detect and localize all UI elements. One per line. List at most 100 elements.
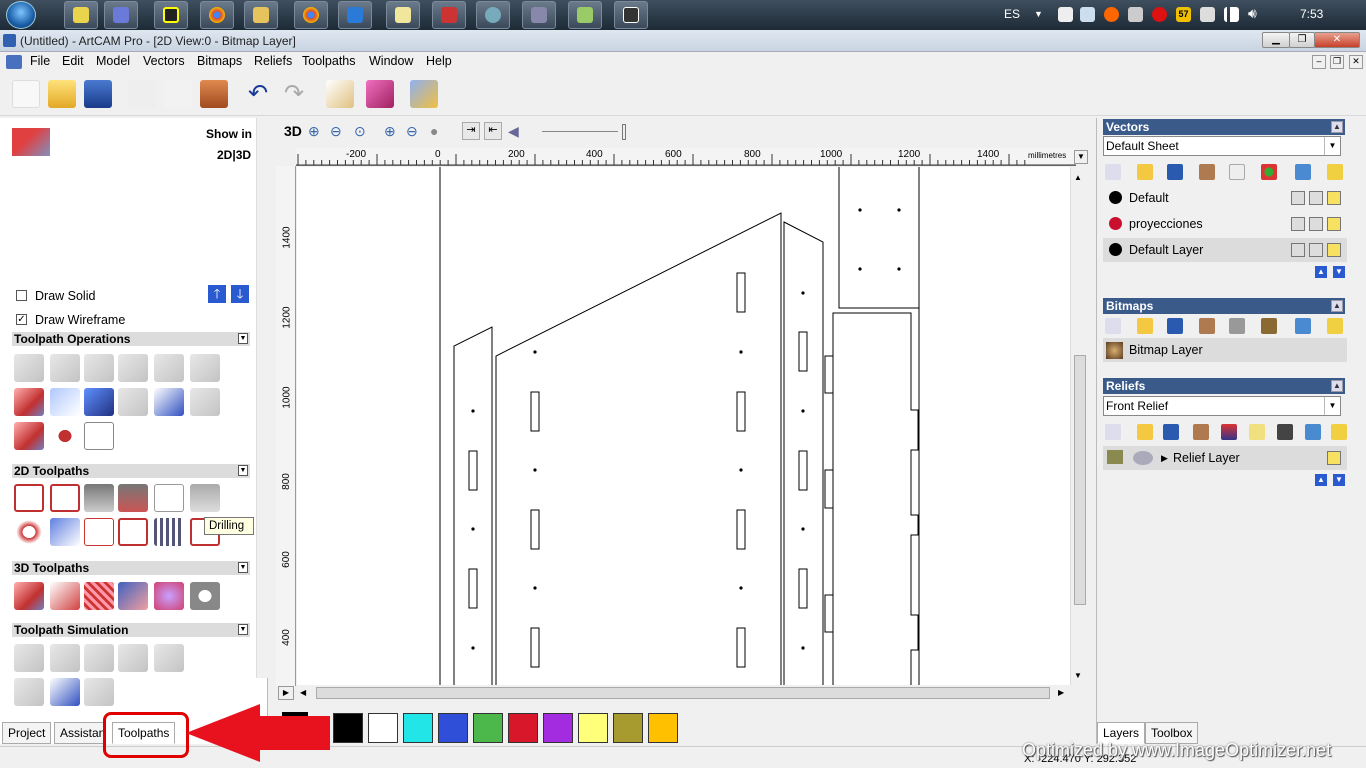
visibility-icon[interactable] — [1327, 318, 1343, 334]
taskbar-app-icon[interactable] — [154, 1, 188, 29]
color-swatch[interactable] — [543, 713, 573, 743]
op-icon[interactable] — [14, 422, 44, 450]
3d-view-button[interactable]: 3D — [284, 123, 302, 139]
op-icon[interactable] — [190, 354, 220, 382]
open-relief-icon[interactable] — [1137, 424, 1153, 440]
mdi-close-button[interactable]: ✕ — [1349, 55, 1363, 69]
tab-assistant[interactable]: Assistan — [54, 722, 104, 744]
taskbar-app-icon[interactable] — [614, 1, 648, 29]
zoom-out-icon[interactable]: ⊖ — [330, 123, 342, 140]
op-icon[interactable] — [84, 354, 114, 382]
taskbar-notepad-icon[interactable] — [386, 1, 420, 29]
color-swatch[interactable] — [473, 713, 503, 743]
zoom-extents-icon[interactable]: ⊕ — [384, 123, 396, 140]
op-icon[interactable] — [50, 422, 80, 450]
scroll-right-icon[interactable]: ▶ — [1058, 688, 1064, 697]
pin-icon[interactable]: ▲ — [1331, 380, 1343, 392]
view-tool-icon[interactable]: ◀ — [508, 123, 519, 140]
taskbar-artcam-icon[interactable] — [104, 1, 138, 29]
save-layer-icon[interactable] — [1167, 164, 1183, 180]
settings-icon[interactable] — [1128, 7, 1143, 22]
taskbar-books-icon[interactable] — [432, 1, 466, 29]
lightbulb-icon[interactable] — [1327, 243, 1341, 257]
inlay-icon[interactable] — [50, 518, 80, 546]
expand-icon[interactable]: ▶ — [278, 686, 294, 700]
color-swatch[interactable] — [333, 713, 363, 743]
feature-machining-icon[interactable] — [84, 518, 114, 546]
delete-bitmap-icon[interactable] — [1295, 318, 1311, 334]
visibility-icon[interactable] — [1331, 424, 1347, 440]
collapse-icon[interactable]: ▼ — [238, 333, 248, 344]
taskbar-app-icon[interactable] — [568, 1, 602, 29]
sim-icon[interactable] — [50, 644, 80, 672]
layer-down-button[interactable]: ▼ — [1333, 266, 1345, 278]
merge-icon[interactable] — [1193, 424, 1209, 440]
op-icon[interactable] — [14, 354, 44, 382]
scroll-thumb[interactable] — [1074, 355, 1086, 605]
op-icon[interactable] — [154, 354, 184, 382]
copy-icon[interactable] — [164, 80, 192, 108]
taskbar-chrome-icon[interactable] — [200, 1, 234, 29]
sheet-dropdown[interactable]: Default Sheet ▼ — [1103, 136, 1341, 156]
badge-icon[interactable]: 57 — [1176, 7, 1191, 22]
maximize-button[interactable]: ❐ — [1289, 32, 1315, 48]
scroll-up-icon[interactable]: ▲ — [1074, 173, 1082, 182]
menu-file[interactable]: File — [30, 54, 50, 68]
color-swatch[interactable] — [578, 713, 608, 743]
cut-out-icon[interactable] — [118, 582, 148, 610]
copy-bitmap-icon[interactable] — [1229, 318, 1245, 334]
lock-icon[interactable] — [1291, 217, 1305, 231]
op-icon[interactable] — [154, 388, 184, 416]
op-icon[interactable] — [84, 388, 114, 416]
lock-icon[interactable] — [1291, 191, 1305, 205]
units-dropdown-icon[interactable]: ▼ — [1074, 150, 1088, 164]
menu-edit[interactable]: Edit — [62, 54, 84, 68]
scroll-left-icon[interactable]: ◀ — [300, 688, 306, 697]
relief-layer-row[interactable]: ▶ Relief Layer — [1103, 446, 1347, 470]
start-button[interactable] — [6, 1, 36, 29]
new-file-icon[interactable] — [12, 80, 40, 108]
taskbar-chrome-icon[interactable] — [294, 1, 328, 29]
bitmap-layer-row[interactable]: Bitmap Layer — [1103, 338, 1347, 362]
collapse-icon[interactable]: ▼ — [238, 562, 248, 573]
zoom-all-icon[interactable]: ● — [430, 123, 438, 139]
zoom-box-icon[interactable]: ⊙ — [354, 123, 366, 140]
scroll-thumb[interactable] — [316, 687, 1050, 699]
color-swatch[interactable] — [368, 713, 398, 743]
drilling-icon[interactable] — [190, 484, 220, 512]
menu-bitmaps[interactable]: Bitmaps — [197, 54, 242, 68]
sim-icon[interactable] — [154, 644, 184, 672]
scroll-down-icon[interactable]: ▼ — [1074, 671, 1082, 680]
fluting-icon[interactable] — [118, 518, 148, 546]
zoom-previous-icon[interactable]: ⊖ — [406, 123, 418, 140]
op-icon[interactable] — [50, 388, 80, 416]
relief-layers-icon[interactable] — [1221, 424, 1237, 440]
3d-toolpaths-header[interactable]: 3D Toolpaths ▼ — [12, 561, 250, 575]
vertical-scrollbar[interactable]: ▲ ▼ — [1070, 167, 1088, 685]
sim-icon[interactable] — [84, 678, 114, 706]
new-relief-icon[interactable] — [1105, 424, 1121, 440]
tab-project[interactable]: Project — [2, 722, 52, 744]
vector-layer-row[interactable]: proyecciones — [1103, 212, 1347, 236]
menu-model[interactable]: Model — [96, 54, 130, 68]
bevel-icon[interactable] — [118, 484, 148, 512]
firefox-icon[interactable] — [1104, 7, 1119, 22]
z-level-roughing-icon[interactable] — [50, 582, 80, 610]
menu-window[interactable]: Window — [369, 54, 413, 68]
taskbar-folder-icon[interactable] — [244, 1, 278, 29]
left-panel-scrollbar[interactable] — [256, 118, 268, 678]
machine-relief-icon[interactable] — [14, 582, 44, 610]
2d-toolpaths-header[interactable]: 2D Toolpaths ▼ — [12, 464, 250, 478]
save-relief-icon[interactable] — [1163, 424, 1179, 440]
op-icon[interactable] — [14, 388, 44, 416]
image-icon[interactable] — [1261, 318, 1277, 334]
lightbulb-icon[interactable] — [1327, 191, 1341, 205]
profile-icon[interactable] — [14, 484, 44, 512]
menu-help[interactable]: Help — [426, 54, 452, 68]
visibility-icon[interactable] — [1327, 164, 1343, 180]
move-left-icon[interactable]: ⇥ — [462, 122, 480, 140]
tray-app-icon[interactable] — [1058, 7, 1073, 22]
draw-wireframe-checkbox[interactable]: ✓ — [16, 314, 27, 325]
chevron-down-icon[interactable]: ▼ — [1324, 137, 1340, 155]
volume-icon[interactable]: 🔊︎ — [1248, 5, 1257, 22]
